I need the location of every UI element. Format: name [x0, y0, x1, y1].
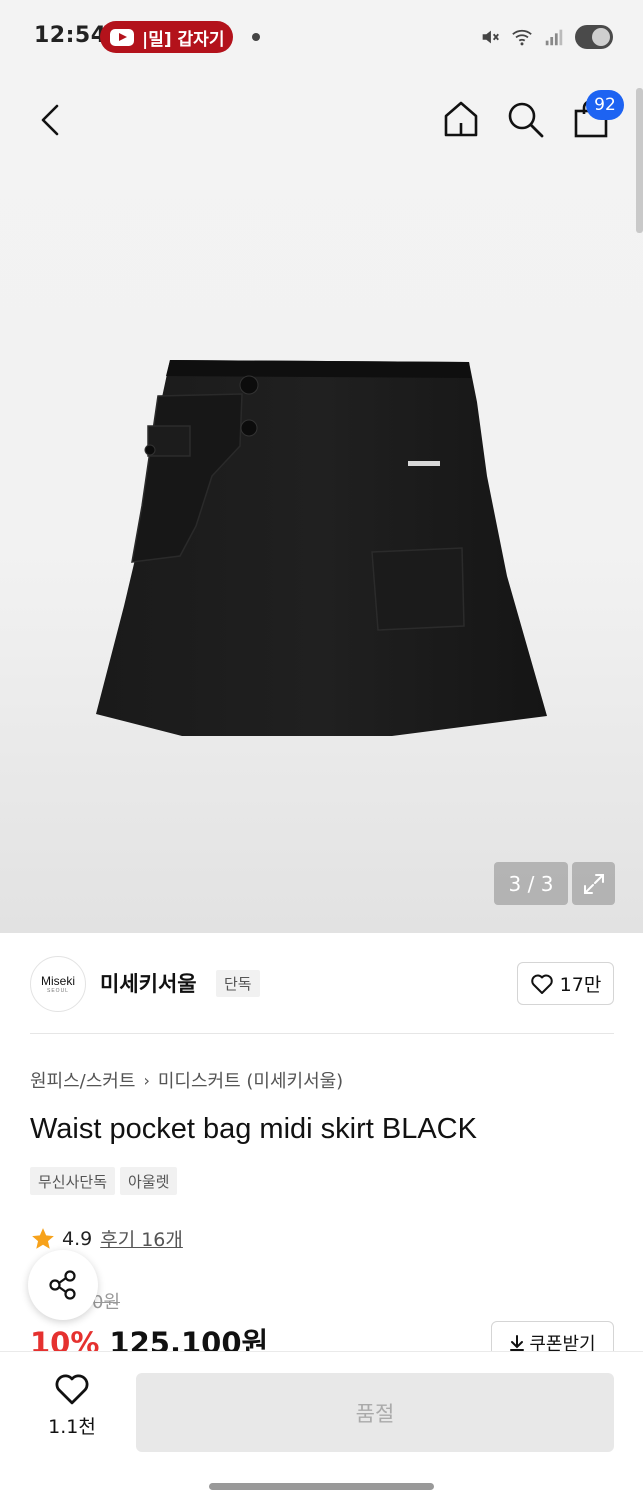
youtube-notification-pill[interactable]: |밀] 갑자기 [100, 21, 233, 53]
notification-text: |밀] 갑자기 [142, 29, 225, 50]
soldout-button[interactable]: 품절 [136, 1373, 614, 1452]
status-icons [479, 22, 613, 52]
status-time: 12:54 [34, 23, 107, 48]
image-counter: 3 / 3 [494, 862, 568, 905]
product-photo [96, 360, 547, 736]
rating-row: 4.9 후기 16개 [30, 1225, 183, 1252]
battery-icon [575, 25, 613, 49]
product-tags: 무신사단독 아울렛 [30, 1167, 178, 1195]
breadcrumb-category[interactable]: 원피스/스커트 [30, 1067, 135, 1093]
chevron-right-icon: › [143, 1070, 150, 1090]
product-image-gallery[interactable]: 92 3 / 3 [0, 76, 643, 933]
search-button[interactable] [500, 94, 550, 144]
scrollbar[interactable] [636, 88, 643, 233]
review-link[interactable]: 후기 16개 [100, 1225, 183, 1252]
breadcrumb-subcategory[interactable]: 미디스커트 (미세키서울) [158, 1067, 343, 1093]
tag-outlet: 아울렛 [120, 1167, 178, 1195]
wishlist-button[interactable]: 1.1천 [36, 1372, 108, 1452]
brand-logo-text: Miseki [40, 974, 75, 988]
youtube-icon [110, 28, 134, 46]
share-icon [49, 1270, 76, 1300]
home-icon [444, 101, 478, 137]
cart-count-badge: 92 [586, 90, 624, 120]
mute-icon [482, 30, 499, 44]
brand-logo[interactable]: Miseki SEOUL [30, 956, 86, 1012]
expand-icon [583, 873, 604, 894]
brand-logo-subtext: SEOUL [47, 988, 69, 994]
download-icon [510, 1335, 525, 1351]
rating-value: 4.9 [62, 1227, 93, 1250]
signal-icon [545, 29, 563, 46]
brand-like-button[interactable]: 17만 [517, 962, 614, 1005]
home-indicator[interactable] [209, 1483, 434, 1490]
status-bar: 12:54 |밀] 갑자기 [0, 0, 643, 76]
back-button[interactable] [26, 96, 74, 144]
wishlist-count: 1.1천 [48, 1416, 96, 1438]
heart-icon [55, 1374, 89, 1405]
star-icon [32, 1227, 54, 1249]
search-icon [508, 102, 544, 138]
brand-like-count: 17만 [559, 974, 602, 996]
notification-dot [252, 33, 260, 41]
share-button[interactable] [28, 1250, 98, 1320]
brand-name-link[interactable]: 미세키서울 [100, 968, 197, 998]
expand-button[interactable] [572, 862, 615, 905]
bottom-action-bar: 1.1천 품절 [0, 1351, 643, 1500]
divider [30, 1033, 614, 1034]
wifi-icon [512, 29, 532, 46]
home-button[interactable] [436, 94, 486, 144]
chevron-left-icon [41, 104, 59, 136]
tag-musinsa-exclusive: 무신사단독 [30, 1167, 116, 1195]
product-title: Waist pocket bag midi skirt BLACK [30, 1113, 477, 1145]
heart-icon [530, 974, 553, 994]
brand-exclusive-tag: 단독 [216, 970, 260, 997]
breadcrumb: 원피스/스커트 › 미디스커트 (미세키서울) [30, 1067, 343, 1093]
